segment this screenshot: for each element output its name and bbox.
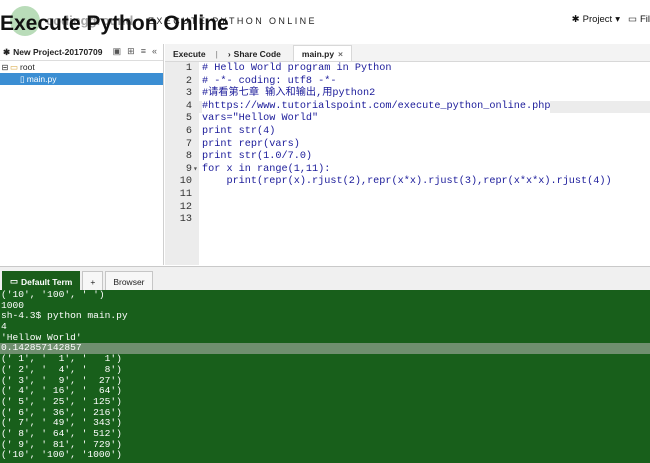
code-text: vars="Hellow World" [202,113,319,125]
terminal-line: ('10', '100', ' ') [1,290,105,300]
project-sidebar: ✱ New Project-20170709 ▣ ⊞ ≡ « ⊟ ▭ root … [0,44,164,265]
code-line[interactable]: 11 [165,189,650,202]
terminal-line: 'Hellow World' [1,331,82,343]
code-text: # -*- coding: utf8 -*- [202,75,337,87]
terminal-line: 4 [1,321,7,333]
code-area[interactable]: 1 # Hello World program in Python 2 # -*- c… [165,62,650,265]
code-text: #https://www.tutorialspoint.com/execute_… [202,100,551,114]
line-number: 10 [179,176,192,188]
code-line[interactable]: 4 #https://www.tutorialspoint.com/execute… [165,100,650,114]
save-icon[interactable]: ▣ [113,46,122,57]
code-line[interactable]: 13 [165,214,650,227]
line-number: 6 [185,126,192,137]
sidebar-tools: ▣ ⊞ ≡ « [113,46,157,57]
line-number: 2 [185,75,192,87]
more-icon[interactable]: ≡ [141,46,146,57]
execute-button-label: Execute [173,48,206,59]
close-icon[interactable]: × [338,49,343,59]
code-line[interactable]: 6 print str(4) [165,126,650,139]
code-line[interactable]: 3 #请看第七章 输入和输出,用python2 [165,88,650,101]
terminal-tabbar: ▭ Default Term + Browser [0,266,650,291]
terminal-line: ('10', '100', '1000') [1,449,122,461]
terminal-icon: ▭ [10,276,19,286]
tree-item-main-py[interactable]: ▯ main.py [0,73,163,85]
code-line[interactable]: 8 print str(1.0/7.0) [165,151,650,164]
project-name: New Project-20170709 [13,47,103,57]
tab-default-term[interactable]: ▭ Default Term [2,271,81,291]
code-line[interactable]: 9 ▾ for x in range(1,11): [165,164,650,177]
new-file-icon[interactable]: ⊞ [127,46,135,57]
code-text: # Hello World program in Python [202,63,392,74]
line-number: 11 [179,189,192,200]
file-icon: ▭ [627,14,637,25]
share-code-button[interactable]: › Share Code [220,46,289,61]
code-text: print repr(vars) [202,138,300,150]
folder-icon: ▭ [10,61,19,72]
gear-icon: ✱ [571,14,580,25]
code-text: #请看第七章 输入和输出,用python2 [202,88,376,100]
file-icon: ▯ [20,73,25,84]
terminal-line: sh-4.3$ python main.py [1,310,128,322]
code-line[interactable]: 12 [165,202,650,215]
tree-item-label: main.py [26,74,57,84]
caret-down-icon: ▾ [615,14,620,25]
expand-icon[interactable]: ⊟ [0,63,10,72]
code-text: print str(4) [202,126,276,137]
line-number: 5 [185,113,192,125]
add-tab-button[interactable]: + [82,271,104,291]
editor-tabs: Execute | › Share Code main.py × [165,44,650,62]
file-menu-label: Fil [639,14,650,25]
add-tab-label: + [90,276,96,287]
code-text: for x in range(1,11): [202,163,331,175]
page-title: Execute Python Online [0,12,229,35]
tab-label: Default Term [21,276,73,287]
tab-main-py[interactable]: main.py × [292,45,353,61]
code-line[interactable]: 7 print repr(vars) [165,139,650,152]
tree-item-label: root [20,62,35,72]
line-number: 3 [185,88,192,100]
line-number: 4 [185,100,192,112]
line-number: 1 [185,63,192,74]
terminal-line: (' 5', ' 25', ' 125') [1,395,122,407]
collapse-icon[interactable]: « [152,46,157,57]
project-menu[interactable]: ✱ Project ▾ [572,14,620,25]
line-number: 7 [185,138,192,150]
tab-browser[interactable]: Browser [105,271,153,291]
gear-icon[interactable]: ✱ [3,47,10,58]
project-menu-label: Project [582,14,613,25]
tab-label: Browser [113,276,145,287]
tab-label: main.py [301,48,335,59]
header-menu: ✱ Project ▾ ▭ Fil [572,14,650,25]
line-number: 12 [179,201,192,213]
share-icon: › [227,48,231,59]
terminal-line: (' 2', ' 4', ' 8') [1,363,122,375]
tree-item-root[interactable]: ⊟ ▭ root [0,61,163,73]
line-number: 8 [185,151,192,163]
code-editor: Execute | › Share Code main.py × 1 # Hell… [165,44,650,265]
code-text: print str(1.0/7.0) [202,151,313,163]
file-menu[interactable]: ▭ Fil [628,14,650,25]
code-text: print(repr(x).rjust(2),repr(x*x).rjust(3… [202,176,612,188]
project-header: ✱ New Project-20170709 ▣ ⊞ ≡ « [0,44,163,61]
fold-icon[interactable]: ▾ [193,164,199,177]
share-code-label: Share Code [233,48,281,59]
top-header: codingground EXECUTE PYTHON ONLINE Execu… [0,0,650,44]
code-line[interactable]: 5 vars="Hellow World" [165,113,650,126]
line-number: 9 [185,163,192,175]
code-line[interactable]: 10 print(repr(x).rjust(2),repr(x*x).rjus… [165,176,650,189]
code-line[interactable]: 2 # -*- coding: utf8 -*- [165,76,650,89]
terminal-lines: ('10', '100', ' ') 1000 sh-4.3$ python mai… [0,290,650,461]
terminal-output[interactable]: ('10', '100', ' ') 1000 sh-4.3$ python mai… [0,290,650,463]
execute-button[interactable]: Execute [165,46,214,61]
code-line[interactable]: 1 # Hello World program in Python [165,63,650,76]
line-number: 13 [179,214,192,226]
